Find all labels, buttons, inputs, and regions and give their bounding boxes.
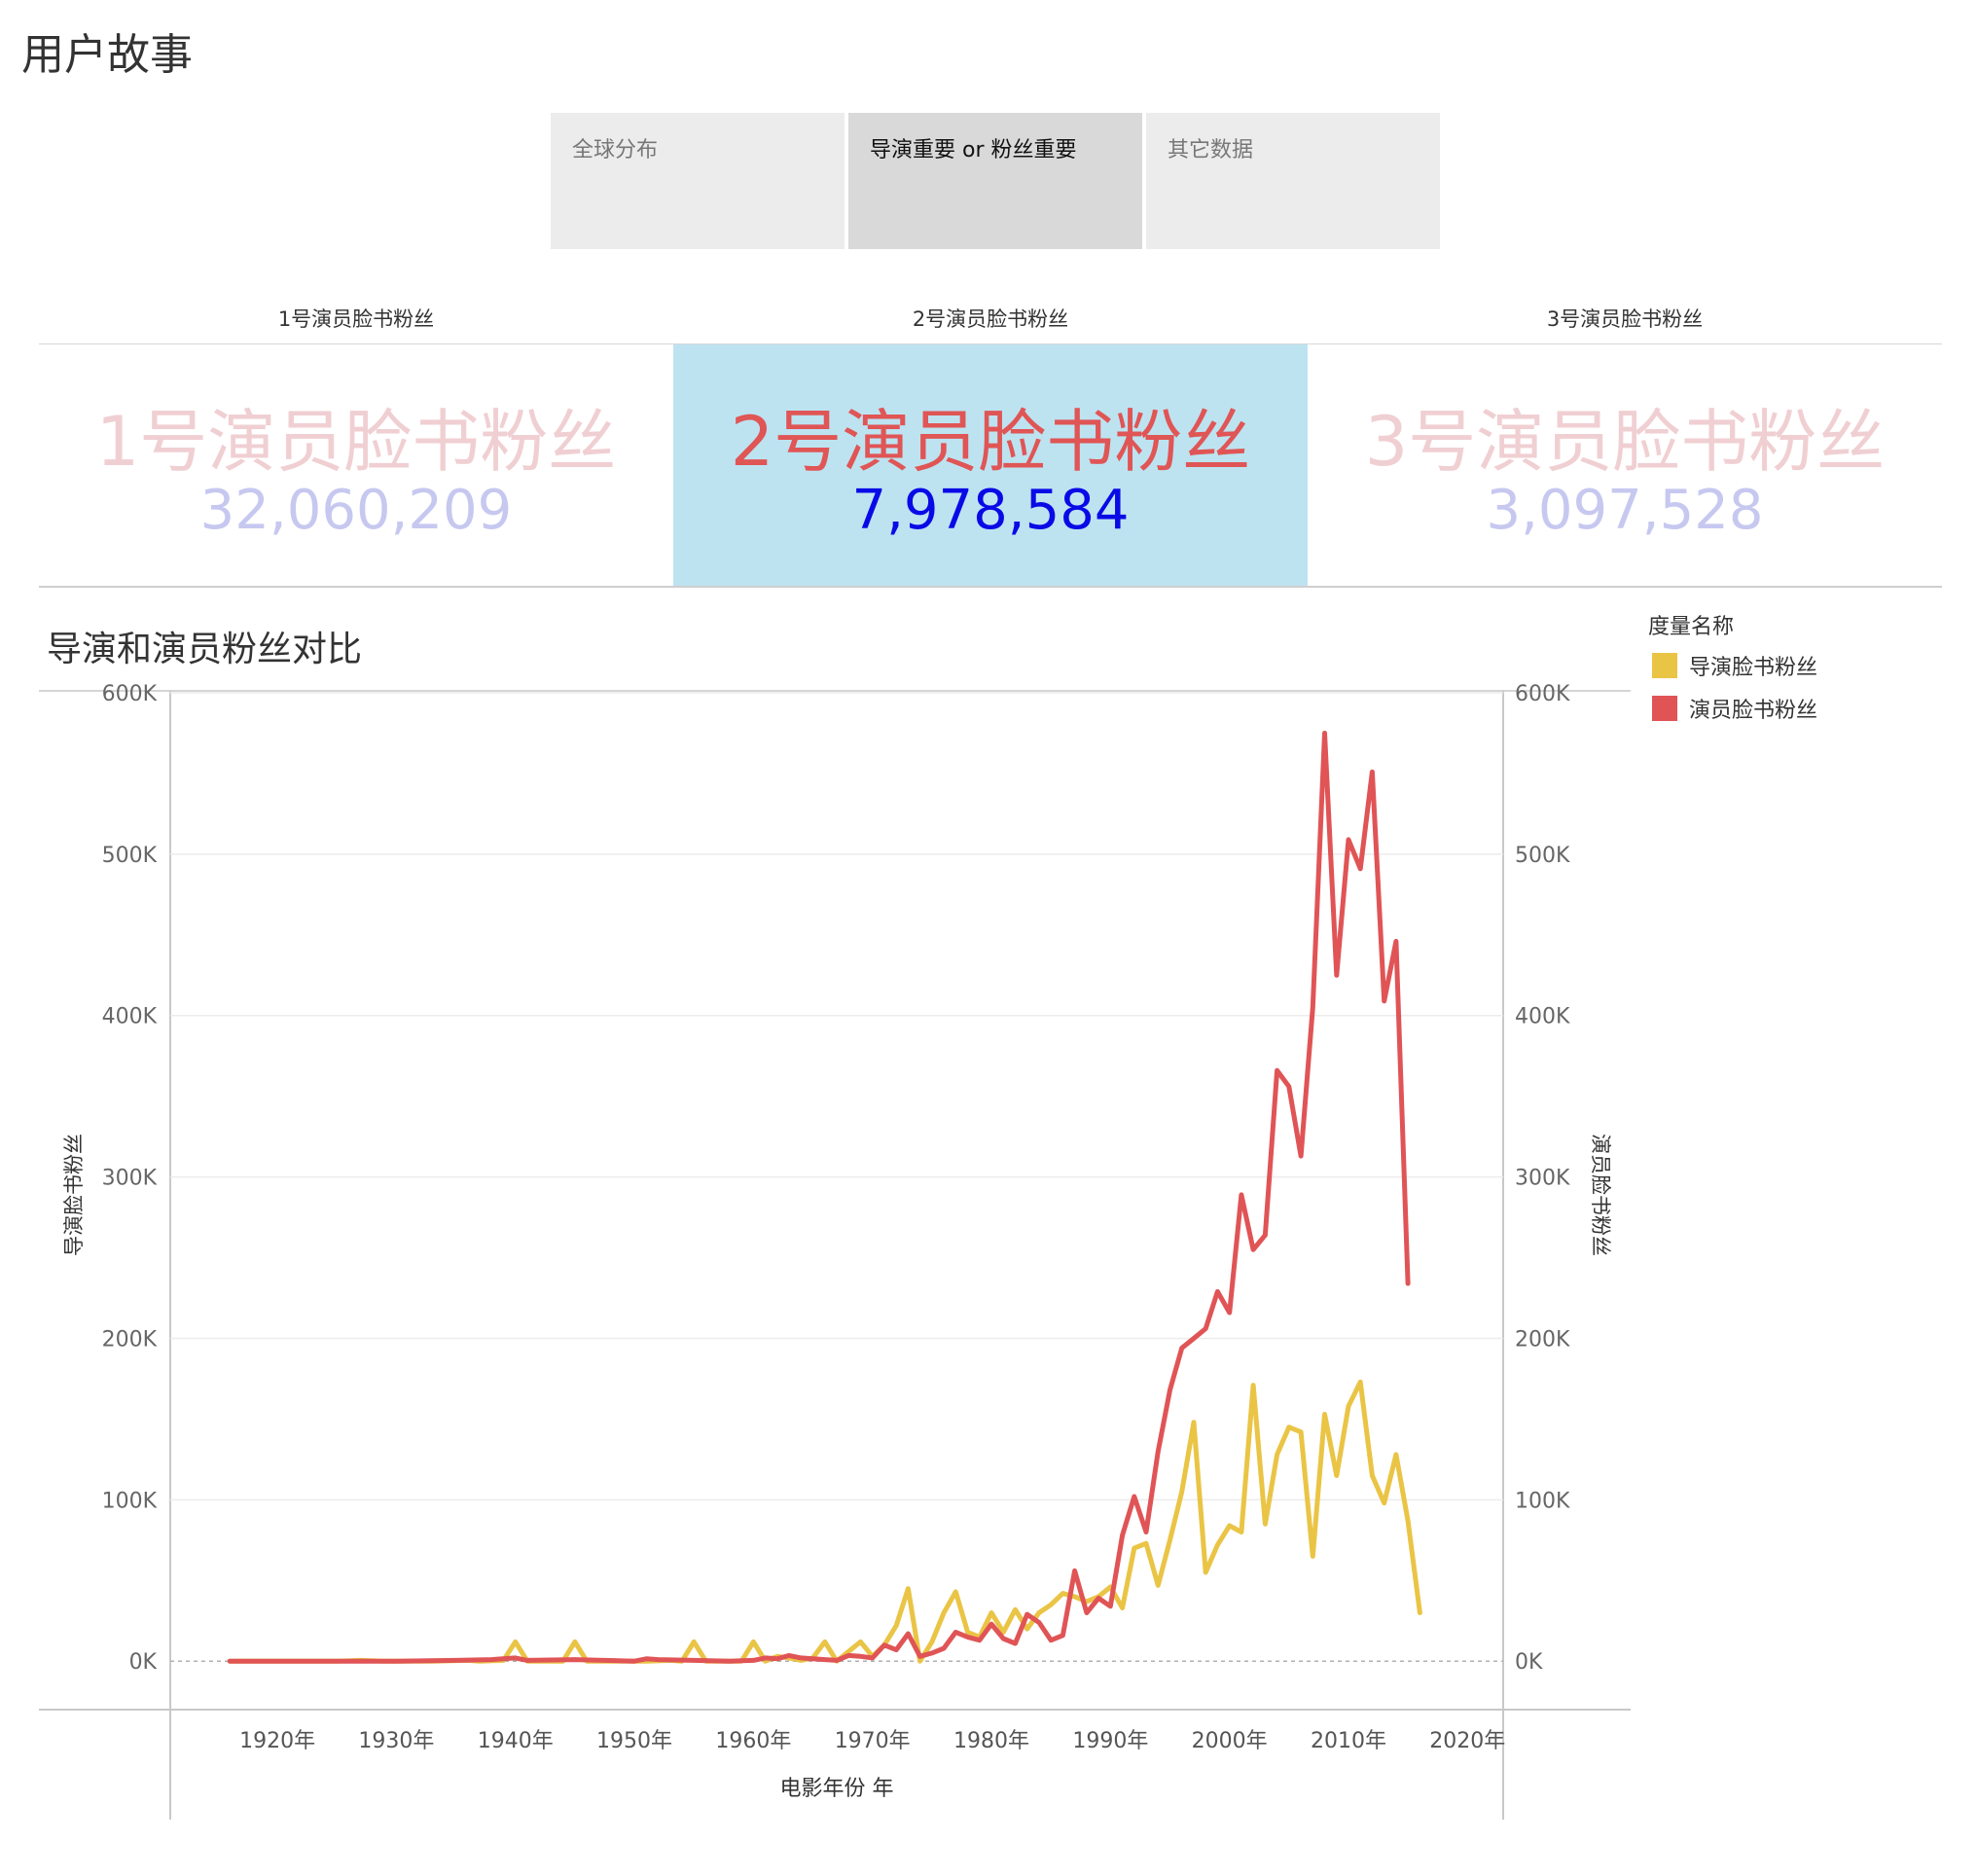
actor-fans-line [227,731,1411,1664]
x-tick-label: 1950年 [596,1729,672,1753]
x-tick-label: 1920年 [239,1729,315,1753]
y-tick-label-left: 0K [129,1650,158,1675]
legend-label-actor: 演员脸书粉丝 [1689,699,1818,723]
y-tick-label-right: 400K [1515,1005,1570,1029]
x-tick-label: 2020年 [1429,1729,1505,1753]
y-tick-label-left: 100K [102,1489,158,1513]
x-tick-label: 1980年 [953,1729,1029,1753]
x-tick-label: 1990年 [1072,1729,1148,1753]
y-axis-label-right: 演员脸书粉丝 [1589,1134,1612,1256]
y-tick-label-right: 500K [1515,844,1570,868]
x-tick-label: 1960年 [715,1729,791,1753]
director-fans-line [227,1379,1422,1664]
x-tick-label: 1940年 [478,1729,554,1753]
y-tick-label-left: 300K [102,1167,158,1191]
y-tick-label-right: 100K [1515,1489,1570,1513]
x-tick-label: 2000年 [1192,1729,1268,1753]
y-axis-label-left: 导演脸书粉丝 [62,1134,86,1256]
x-tick-label: 1970年 [835,1729,911,1753]
y-tick-label-left: 500K [102,844,158,868]
y-tick-label-left: 400K [102,1005,158,1029]
x-axis-label: 电影年份 年 [779,1777,894,1801]
y-tick-label-left: 200K [102,1327,158,1352]
x-tick-label: 2010年 [1311,1729,1386,1753]
x-tick-label: 1930年 [358,1729,434,1753]
line-chart: 0K 0K 100K 100K 200K 200K 300K 300K 400K 400K 500K… [39,682,1631,1820]
y-tick-label-right: 300K [1515,1167,1570,1191]
legend-item-actor[interactable]: 演员脸书粉丝 [1648,693,1817,724]
y-tick-label-right: 200K [1515,1327,1570,1352]
legend-swatch-director [1652,653,1677,678]
legend: 度量名称 导演脸书粉丝 演员脸书粉丝 [1648,609,1817,736]
legend-item-director[interactable]: 导演脸书粉丝 [1648,650,1817,681]
legend-label-director: 导演脸书粉丝 [1689,656,1818,680]
y-tick-label-left: 600K [102,682,158,706]
y-tick-label-right: 0K [1515,1650,1543,1675]
y-tick-label-right: 600K [1515,682,1570,706]
legend-title: 度量名称 [1648,615,1735,639]
legend-swatch-actor [1652,696,1677,721]
